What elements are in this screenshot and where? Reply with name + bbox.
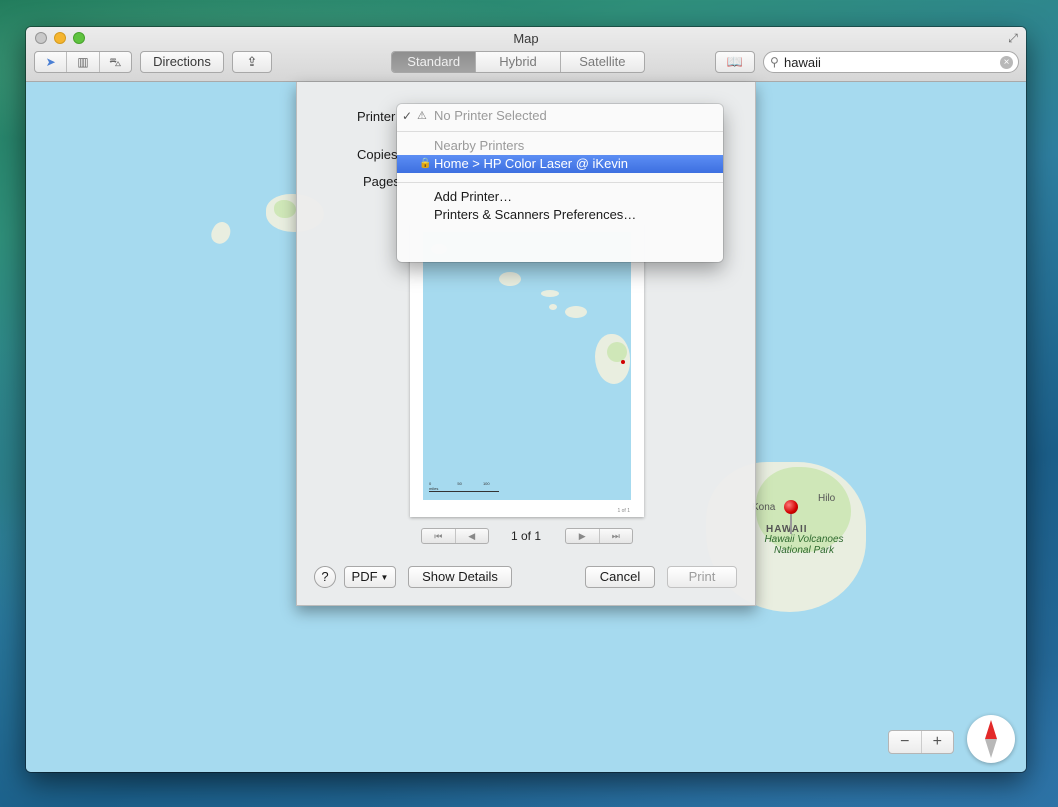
pager-back-group: ⏮ ◀: [421, 528, 489, 544]
preview-page-number: 1 of 1: [617, 508, 630, 514]
first-page-icon[interactable]: ⏮: [422, 529, 456, 543]
label-hilo: Hilo: [818, 493, 836, 504]
clear-search-icon[interactable]: ×: [1000, 56, 1013, 69]
preview-park: [607, 342, 627, 362]
checkmark-icon: ✓: [402, 109, 413, 123]
print-preview-page: 0 50 100 miles 1 of 1: [410, 222, 644, 517]
preview-island: [565, 306, 587, 318]
last-page-icon[interactable]: ⏭: [600, 529, 633, 543]
show-details-button[interactable]: Show Details: [408, 566, 512, 588]
book-icon: 📖: [726, 54, 744, 69]
label-volcanoes-park: Hawaii Volcanoes National Park: [764, 534, 844, 556]
mode-hybrid[interactable]: Hybrid: [476, 52, 561, 72]
pager-forward-group: ▶ ⏭: [565, 528, 633, 544]
zoom-in-button[interactable]: +: [922, 731, 954, 753]
fullscreen-icon[interactable]: ⤢: [1006, 31, 1020, 45]
location-arrow-icon[interactable]: ➤: [35, 52, 68, 72]
traffic-car-icon[interactable]: ⛍: [100, 52, 131, 72]
island-kauai-park: [274, 200, 296, 218]
bookmarks-button[interactable]: 📖: [715, 51, 755, 73]
preview-island: [541, 290, 559, 297]
next-page-icon[interactable]: ▶: [566, 529, 600, 543]
copies-label: Copies: [357, 147, 398, 162]
search-field: ⚲ ×: [763, 51, 1019, 73]
menu-item-no-printer[interactable]: ✓ ⚠ No Printer Selected: [397, 107, 723, 125]
navigation-buttons: ➤ ▥ ⛍: [34, 51, 132, 73]
pdf-menu-button[interactable]: PDF ▼: [344, 566, 396, 588]
printer-label: Printer: [357, 109, 396, 124]
map-mode-selector: Standard Hybrid Satellite: [391, 51, 645, 73]
window-title: Map: [513, 31, 539, 46]
preview-map: 0 50 100 miles: [423, 232, 631, 500]
share-icon: ⇪: [246, 54, 258, 69]
preview-island: [549, 304, 557, 310]
pdf-label: PDF: [351, 569, 378, 584]
maps-window: Map ⤢ ➤ ▥ ⛍ Directions ⇪ Standard Hybrid…: [26, 27, 1026, 772]
zoom-out-button[interactable]: −: [889, 731, 922, 753]
compass-icon[interactable]: [967, 715, 1015, 763]
preview-island: [499, 272, 521, 286]
pages-label: Pages: [363, 174, 400, 189]
warning-icon: ⚠: [417, 110, 427, 122]
share-button[interactable]: ⇪: [232, 51, 272, 73]
printer-dropdown-menu: ✓ ⚠ No Printer Selected Nearby Printers …: [397, 104, 723, 262]
help-button[interactable]: ?: [314, 566, 336, 588]
print-button[interactable]: Print: [667, 566, 737, 588]
menu-separator: [397, 131, 723, 132]
search-icon: ⚲: [770, 55, 779, 69]
cancel-button[interactable]: Cancel: [585, 566, 655, 588]
directions-button[interactable]: Directions: [140, 51, 224, 73]
lock-icon: 🔒: [419, 158, 432, 169]
mode-standard[interactable]: Standard: [392, 52, 477, 72]
map-pin-icon[interactable]: [784, 500, 798, 534]
search-input[interactable]: [784, 54, 994, 70]
3d-buildings-icon[interactable]: ▥: [67, 52, 100, 72]
zoom-control: − +: [888, 730, 954, 754]
page-indicator: 1 of 1: [511, 529, 542, 543]
menu-item-printer-preferences[interactable]: Printers & Scanners Preferences…: [397, 206, 723, 224]
preview-scale-bar: 0 50 100 miles: [429, 481, 499, 492]
preview-pin-icon: [621, 360, 625, 364]
mode-satellite[interactable]: Satellite: [561, 52, 644, 72]
island-niihau: [207, 218, 235, 248]
previous-page-icon[interactable]: ◀: [456, 529, 489, 543]
menu-item-hp-printer[interactable]: 🔒 Home > HP Color Laser @ iKevin: [397, 155, 723, 173]
menu-item-add-printer[interactable]: Add Printer…: [397, 188, 723, 206]
titlebar: Map ⤢ ➤ ▥ ⛍ Directions ⇪ Standard Hybrid…: [26, 27, 1026, 82]
chevron-down-icon: ▼: [380, 573, 389, 582]
menu-header-nearby: Nearby Printers: [434, 138, 525, 153]
menu-separator: [397, 182, 723, 183]
